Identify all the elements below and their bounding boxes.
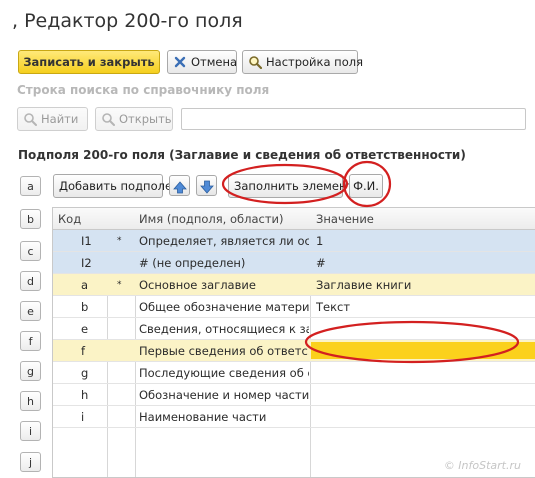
required-mark: * bbox=[117, 235, 122, 246]
row-code: f bbox=[81, 343, 86, 358]
window-title: , Редактор 200-го поля bbox=[12, 10, 243, 32]
move-up-button[interactable] bbox=[169, 175, 190, 196]
row-value[interactable] bbox=[316, 384, 531, 405]
table-header: Код Имя (подполя, области) Значение bbox=[53, 208, 535, 230]
table-row[interactable]: a * Основное заглавие Заглавие книги bbox=[53, 274, 535, 296]
search-icon bbox=[23, 112, 37, 126]
move-down-button[interactable] bbox=[196, 175, 217, 196]
row-name: Определяет, является ли ос... bbox=[139, 233, 309, 248]
row-name: Общее обозначение матери... bbox=[139, 299, 309, 314]
row-name: Основное заглавие bbox=[139, 277, 256, 292]
row-name: Сведения, относящиеся к за... bbox=[139, 321, 309, 336]
table-row[interactable]: h Обозначение и номер части bbox=[53, 384, 535, 406]
row-code: b bbox=[81, 299, 89, 314]
row-code: g bbox=[81, 365, 89, 380]
row-code: I1 bbox=[81, 233, 92, 248]
row-value[interactable] bbox=[316, 406, 531, 427]
column-header-name[interactable]: Имя (подполя, области) bbox=[139, 208, 309, 229]
save-and-close-label: Записать и закрыть bbox=[23, 55, 155, 69]
table-row[interactable]: g Последующие сведения об о... bbox=[53, 362, 535, 384]
required-mark bbox=[117, 340, 131, 361]
add-subfield-button[interactable]: Добавить подполе bbox=[53, 174, 172, 198]
row-code: I2 bbox=[81, 255, 92, 270]
side-letter-button[interactable]: h bbox=[20, 391, 41, 411]
column-header-value[interactable]: Значение bbox=[316, 208, 516, 229]
row-name: # (не определен) bbox=[139, 255, 246, 270]
side-letter-button[interactable]: a bbox=[20, 176, 41, 196]
row-name: Первые сведения об ответс... bbox=[139, 343, 309, 358]
row-name: Наименование части bbox=[139, 409, 267, 424]
row-value[interactable]: Заглавие книги bbox=[316, 274, 531, 295]
fio-button[interactable]: Ф.И. bbox=[349, 174, 383, 198]
fill-element-button[interactable]: Заполнить элемент bbox=[228, 174, 353, 198]
row-code: e bbox=[81, 321, 89, 336]
required-mark bbox=[117, 252, 131, 273]
search-input[interactable] bbox=[181, 108, 526, 130]
side-letter-button[interactable]: b bbox=[20, 209, 41, 229]
field-settings-label: Настройка поля bbox=[266, 55, 363, 69]
cancel-label: Отмена bbox=[191, 55, 238, 69]
table-row[interactable]: I1 * Определяет, является ли ос... 1 bbox=[53, 230, 535, 252]
add-subfield-label: Добавить подполе bbox=[59, 179, 173, 193]
required-mark bbox=[117, 362, 131, 383]
open-label: Открыть bbox=[119, 112, 172, 126]
required-mark bbox=[117, 296, 131, 317]
subfields-table: Код Имя (подполя, области) Значение I1 *… bbox=[52, 207, 535, 478]
row-name: Обозначение и номер части bbox=[139, 387, 309, 402]
row-code: a bbox=[81, 277, 89, 292]
row-value[interactable]: Текст bbox=[316, 296, 531, 317]
save-and-close-button[interactable]: Записать и закрыть bbox=[18, 50, 160, 74]
row-value[interactable]: # bbox=[316, 252, 531, 273]
close-icon bbox=[173, 55, 187, 69]
row-value[interactable] bbox=[316, 362, 531, 383]
arrow-down-icon bbox=[200, 179, 214, 198]
search-section-label: Строка поиска по справочнику поля bbox=[17, 83, 270, 97]
required-mark bbox=[117, 318, 131, 339]
row-value[interactable] bbox=[316, 340, 531, 361]
open-button[interactable]: Открыть bbox=[95, 107, 173, 131]
required-mark bbox=[117, 406, 131, 427]
side-letter-button[interactable]: e bbox=[20, 301, 41, 321]
arrow-up-icon bbox=[173, 179, 187, 198]
side-letter-button[interactable]: j bbox=[20, 452, 41, 472]
side-letter-button[interactable]: f bbox=[20, 331, 41, 351]
table-row[interactable]: b Общее обозначение матери... Текст bbox=[53, 296, 535, 318]
subfields-section-title: Подполя 200-го поля (Заглавие и сведения… bbox=[18, 148, 466, 162]
find-button[interactable]: Найти bbox=[17, 107, 88, 131]
watermark: © InfoStart.ru bbox=[443, 459, 521, 472]
row-name: Последующие сведения об о... bbox=[139, 365, 309, 380]
table-row[interactable]: I2 # (не определен) # bbox=[53, 252, 535, 274]
table-row[interactable]: f Первые сведения об ответс... bbox=[53, 340, 535, 362]
field-settings-button[interactable]: Настройка поля bbox=[242, 50, 363, 74]
side-letter-button[interactable]: g bbox=[20, 361, 41, 381]
fill-element-label: Заполнить элемент bbox=[234, 179, 354, 193]
cancel-button[interactable]: Отмена bbox=[167, 50, 237, 74]
row-code: i bbox=[81, 409, 85, 424]
row-value[interactable]: 1 bbox=[316, 230, 531, 251]
table-row[interactable]: i Наименование части bbox=[53, 406, 535, 428]
row-value[interactable] bbox=[316, 318, 531, 339]
column-header-code[interactable]: Код bbox=[58, 208, 106, 229]
side-letter-button[interactable]: c bbox=[20, 241, 41, 261]
row-code: h bbox=[81, 387, 89, 402]
table-row[interactable]: e Сведения, относящиеся к за... bbox=[53, 318, 535, 340]
fio-label: Ф.И. bbox=[353, 179, 379, 193]
required-mark bbox=[117, 384, 131, 405]
search-icon bbox=[101, 112, 115, 126]
side-letter-button[interactable]: d bbox=[20, 271, 41, 291]
magnifier-icon bbox=[248, 55, 263, 70]
find-label: Найти bbox=[41, 112, 79, 126]
side-letter-button[interactable]: i bbox=[20, 421, 41, 441]
required-mark: * bbox=[117, 279, 122, 290]
